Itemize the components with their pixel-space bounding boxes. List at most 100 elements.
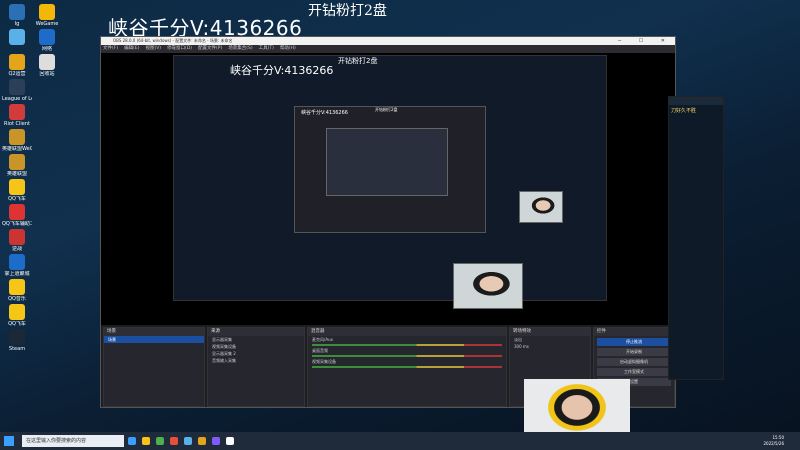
app-icon	[9, 4, 25, 20]
app-icon	[9, 54, 25, 70]
taskbar-app-icon[interactable]	[128, 437, 136, 445]
transitions-panel-title: 转场特效	[510, 328, 590, 336]
taskbar: 在这里输入你要搜索的内容 15:50 2022/5/26	[0, 432, 800, 450]
menu-item[interactable]: 工具(T)	[259, 46, 274, 51]
desktop-icon[interactable]: Ig	[2, 4, 32, 27]
app-icon	[39, 29, 55, 45]
webcam-feed-preview	[453, 263, 523, 309]
nested-overlay-large: 峡谷千分V:4136266	[230, 64, 334, 77]
desktop-icon-label: QQ飞车	[8, 196, 26, 202]
taskbar-app-icon[interactable]	[212, 437, 220, 445]
desktop-icon[interactable]: QQ音乐	[2, 279, 32, 302]
menu-item[interactable]: 帮助(H)	[280, 46, 296, 51]
taskbar-app-icon[interactable]	[226, 437, 234, 445]
source-item[interactable]: 音频输入采集	[208, 357, 304, 364]
menu-item[interactable]: 编辑(E)	[124, 46, 139, 51]
menu-item[interactable]: 场景集合(S)	[228, 46, 252, 51]
desktop-icons: Ig WeGame 网络 Q2运营 回收站 League of Legends Riot C…	[0, 0, 70, 432]
app-icon	[9, 254, 25, 270]
desktop-icon[interactable]: 逆战	[2, 229, 32, 252]
source-item[interactable]: 显示器采集	[208, 336, 304, 343]
window-controls[interactable]: ─ ☐ ✕	[618, 37, 673, 45]
app-icon	[9, 204, 25, 220]
desktop-icon[interactable]: WeGame	[32, 4, 62, 27]
overlay-text-top: 开钻粉打2盘	[308, 3, 387, 19]
desktop-icon[interactable]: QQ飞车	[2, 179, 32, 202]
scenes-panel-title: 场景	[104, 328, 204, 336]
scenes-panel[interactable]: 场景 场景	[103, 327, 205, 407]
app-icon	[9, 329, 25, 345]
desktop-icon[interactable]: League of Legends	[2, 79, 32, 102]
stop-streaming-button[interactable]: 停止推流	[597, 338, 671, 346]
desktop-icon-label: 回收站	[39, 71, 55, 77]
taskbar-app-icon[interactable]	[156, 437, 164, 445]
controls-panel-title: 控件	[594, 328, 674, 336]
mixer-channel-name: 桌面音频	[312, 348, 328, 353]
desktop-icon[interactable]	[2, 29, 32, 46]
menu-item[interactable]: 视图(V)	[145, 46, 161, 51]
source-item[interactable]: 视频采集设备	[208, 343, 304, 350]
mixer-panel-title: 混音器	[308, 328, 506, 336]
desktop-icon[interactable]: 网络	[32, 29, 62, 52]
side-window-header	[669, 97, 723, 105]
desktop-icon[interactable]: Riot Client	[2, 104, 32, 127]
app-icon	[9, 279, 25, 295]
volume-meter[interactable]	[312, 366, 502, 368]
mixer-panel[interactable]: 混音器 麦克风/Aux 桌面音频 视频采集设备	[307, 327, 507, 407]
clock-date: 2022/5/26	[763, 441, 784, 446]
app-icon	[9, 229, 25, 245]
desktop-icon-label: Q2运营	[8, 71, 26, 77]
transition-type[interactable]: 淡出	[510, 336, 590, 343]
mixer-channel-name: 麦克风/Aux	[312, 337, 333, 342]
scene-item[interactable]: 场景	[104, 336, 204, 343]
app-icon	[9, 79, 25, 95]
taskbar-app-icon[interactable]	[198, 437, 206, 445]
obs-title-bar[interactable]: OBS 28.0.0 (64-bit, windows) - 配置文件: 未命名…	[101, 37, 675, 45]
nested-overlay-top-2: 开钻粉打2盘	[375, 107, 398, 112]
desktop-icon-label: Riot Client	[4, 121, 30, 127]
desktop-icon[interactable]: Steam	[2, 329, 32, 352]
obs-window[interactable]: OBS 28.0.0 (64-bit, windows) - 配置文件: 未命名…	[100, 36, 676, 408]
transition-duration[interactable]: 300 ms	[510, 343, 590, 350]
sources-panel[interactable]: 来源 显示器采集 视频采集设备 显示器采集 2 音频输入采集	[207, 327, 305, 407]
app-icon	[39, 54, 55, 70]
obs-menu-bar[interactable]: 文件(F) 编辑(E) 视图(V) 停靠窗口(D) 配置文件(P) 场景集合(S) 工具(T…	[101, 45, 675, 53]
start-recording-button[interactable]: 开始录制	[597, 348, 671, 356]
desktop-icon-label: Ig	[14, 21, 20, 27]
nested-overlay-top: 开钻粉打2盘	[338, 57, 378, 65]
app-icon	[9, 154, 25, 170]
taskbar-search-input[interactable]: 在这里输入你要搜索的内容	[22, 435, 124, 447]
desktop-icon[interactable]: 英雄联盟WeGame版	[2, 129, 32, 152]
desktop-icon-label: 网络	[41, 46, 52, 52]
desktop-icon[interactable]: QQ飞车辅助工具	[2, 204, 32, 227]
obs-preview: 峡谷千分V:4136266 开钻粉打2盘 峡谷千分V:4136266 开钻粉打2…	[101, 53, 675, 325]
taskbar-app-icon[interactable]	[142, 437, 150, 445]
virtual-camera-button[interactable]: 启动虚拟摄像机	[597, 358, 671, 366]
side-window[interactable]: 刀好久不胜	[668, 96, 724, 380]
app-icon	[9, 29, 25, 45]
desktop-icon-label: QQ飞车辅助工具	[2, 221, 32, 227]
taskbar-app-icon[interactable]	[184, 437, 192, 445]
nested-overlay-large-2: 峡谷千分V:4136266	[301, 110, 348, 116]
desktop-icon[interactable]: 掌上道聚城	[2, 254, 32, 277]
desktop-icon[interactable]: Q2运营	[2, 54, 32, 77]
menu-item[interactable]: 文件(F)	[103, 46, 118, 51]
desktop-icon[interactable]: 英雄联盟	[2, 154, 32, 177]
source-item[interactable]: 显示器采集 2	[208, 350, 304, 357]
app-icon	[9, 129, 25, 145]
taskbar-app-icon[interactable]	[170, 437, 178, 445]
app-icon	[9, 104, 25, 120]
studio-mode-button[interactable]: 工作室模式	[597, 368, 671, 376]
desktop-icon-label: Steam	[8, 346, 26, 352]
obs-title: OBS 28.0.0 (64-bit, windows) - 配置文件: 未命名…	[113, 38, 233, 43]
desktop-icon[interactable]: QQ飞车	[2, 304, 32, 327]
desktop-icon[interactable]: 回收站	[32, 54, 62, 77]
desktop-icon-label: 逆战	[11, 246, 22, 252]
app-icon	[39, 4, 55, 20]
taskbar-clock[interactable]: 15:50 2022/5/26	[763, 435, 784, 447]
windows-start-icon[interactable]	[4, 436, 14, 446]
menu-item[interactable]: 配置文件(P)	[198, 46, 222, 51]
menu-item[interactable]: 停靠窗口(D)	[167, 46, 192, 51]
volume-meter[interactable]	[312, 344, 502, 346]
volume-meter[interactable]	[312, 355, 502, 357]
